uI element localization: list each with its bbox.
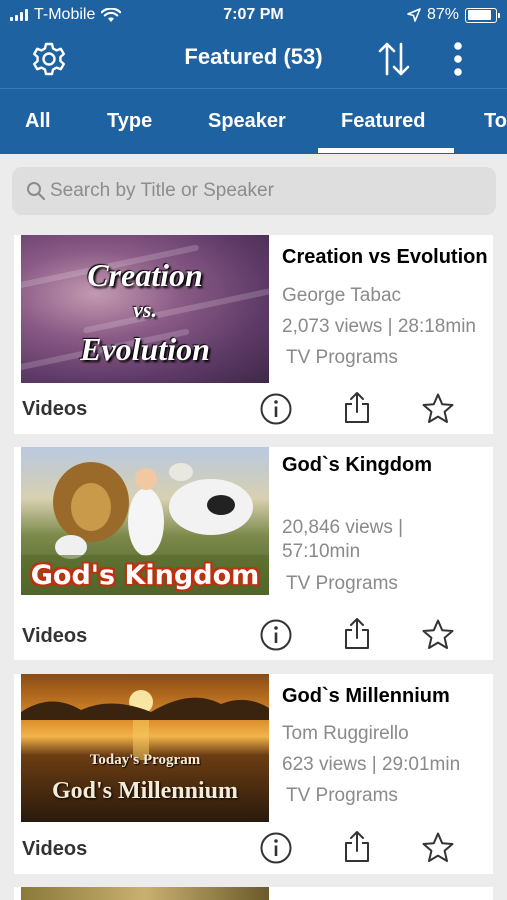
item-type-label: Videos xyxy=(22,625,88,647)
item-title[interactable]: God`s Millennium xyxy=(282,685,450,708)
nav-bar: Featured (53) xyxy=(0,32,507,88)
page-title: Featured (53) xyxy=(184,44,323,69)
thumbnail-text: Today's Program xyxy=(89,752,201,768)
active-tab-indicator xyxy=(318,148,454,153)
search-bar[interactable] xyxy=(12,167,496,215)
search-input[interactable] xyxy=(50,173,480,209)
tab-featured[interactable]: Featured xyxy=(341,110,425,133)
tab-speaker[interactable]: Speaker xyxy=(208,110,286,133)
video-thumbnail[interactable]: Creation vs. Evolution xyxy=(21,235,269,383)
tab-bar: All Type Speaker Featured To xyxy=(0,88,507,154)
item-views-duration: 623 views | 29:01min xyxy=(282,754,461,775)
tab-all[interactable]: All xyxy=(25,110,51,133)
item-speaker: George Tabac xyxy=(282,285,402,306)
status-bar: T-Mobile 7:07 PM 87% xyxy=(0,0,507,32)
item-views-duration: 2,073 views | 28:18min xyxy=(282,316,476,337)
item-duration: 57:10min xyxy=(282,541,361,562)
battery-percent: 87% xyxy=(426,6,459,23)
tab-type[interactable]: Type xyxy=(107,110,152,133)
divider xyxy=(0,88,507,89)
star-icon[interactable] xyxy=(421,392,455,426)
thumbnail-text: vs. xyxy=(133,297,157,322)
star-icon[interactable] xyxy=(421,831,455,865)
thumbnail-text: Evolution xyxy=(80,331,210,367)
item-category: TV Programs xyxy=(286,785,398,806)
item-title[interactable]: Creation vs Evolution xyxy=(282,246,488,269)
search-icon xyxy=(27,182,46,201)
info-icon[interactable] xyxy=(259,392,293,426)
battery-icon xyxy=(465,7,500,23)
list-item[interactable]: Creation vs. Evolution Creation vs Evolu… xyxy=(14,235,493,434)
item-type-label: Videos xyxy=(22,838,88,860)
star-icon[interactable] xyxy=(421,618,455,652)
item-speaker: Tom Ruggirello xyxy=(282,723,409,744)
video-thumbnail[interactable]: God's Kingdom xyxy=(21,447,269,595)
item-views: 20,846 views | xyxy=(282,517,404,538)
location-arrow-icon xyxy=(407,8,421,22)
tab-topics[interactable]: To xyxy=(484,110,507,133)
list-item[interactable] xyxy=(14,887,493,900)
thumbnail-text: God's Kingdom xyxy=(30,560,260,591)
thumbnail-text: Creation xyxy=(87,257,203,293)
share-icon[interactable] xyxy=(340,390,374,424)
video-thumbnail[interactable] xyxy=(21,887,269,900)
list-item[interactable]: God's Kingdom God`s Kingdom 20,846 views… xyxy=(14,447,493,660)
item-title[interactable]: God`s Kingdom xyxy=(282,454,432,477)
video-thumbnail[interactable]: Today's Program God's Millennium xyxy=(21,674,269,822)
share-icon[interactable] xyxy=(340,616,374,650)
info-icon[interactable] xyxy=(259,831,293,865)
more-vertical-icon[interactable] xyxy=(447,40,469,78)
info-icon[interactable] xyxy=(259,618,293,652)
item-category: TV Programs xyxy=(286,573,398,594)
item-category: TV Programs xyxy=(286,347,398,368)
share-icon[interactable] xyxy=(340,829,374,863)
sort-icon[interactable] xyxy=(376,40,412,78)
thumbnail-text: God's Millennium xyxy=(51,778,239,804)
item-type-label: Videos xyxy=(22,398,88,420)
list-item[interactable]: Today's Program God's Millennium God`s M… xyxy=(14,674,493,874)
